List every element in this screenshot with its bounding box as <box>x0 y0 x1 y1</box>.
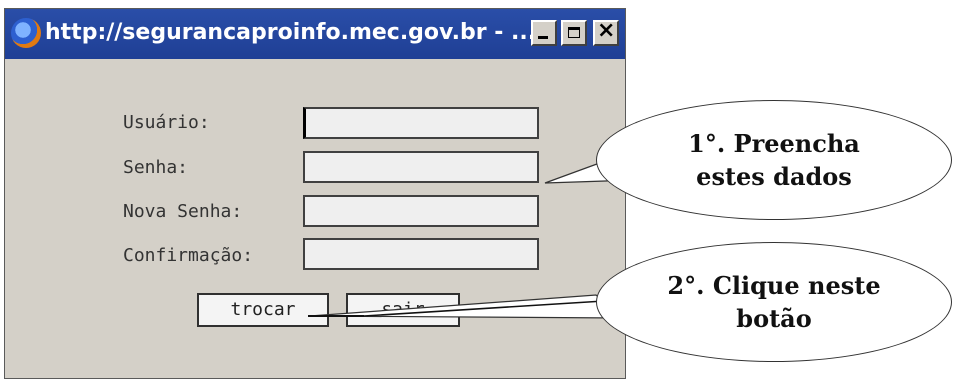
callout-fill-data-text: 1°. Preencha estes dados <box>688 127 860 193</box>
callout-click-button-text: 2°. Clique neste botão <box>667 269 880 335</box>
callout-fill-data-line1: 1°. Preencha <box>688 129 860 158</box>
callout-fill-data-line2: estes dados <box>696 162 852 191</box>
callout-click-button-line1: 2°. Clique neste <box>667 271 881 300</box>
callout-fill-data: 1°. Preencha estes dados <box>596 100 952 220</box>
callout-click-button-line2: botão <box>736 304 812 333</box>
callout-click-button: 2°. Clique neste botão <box>596 242 952 362</box>
